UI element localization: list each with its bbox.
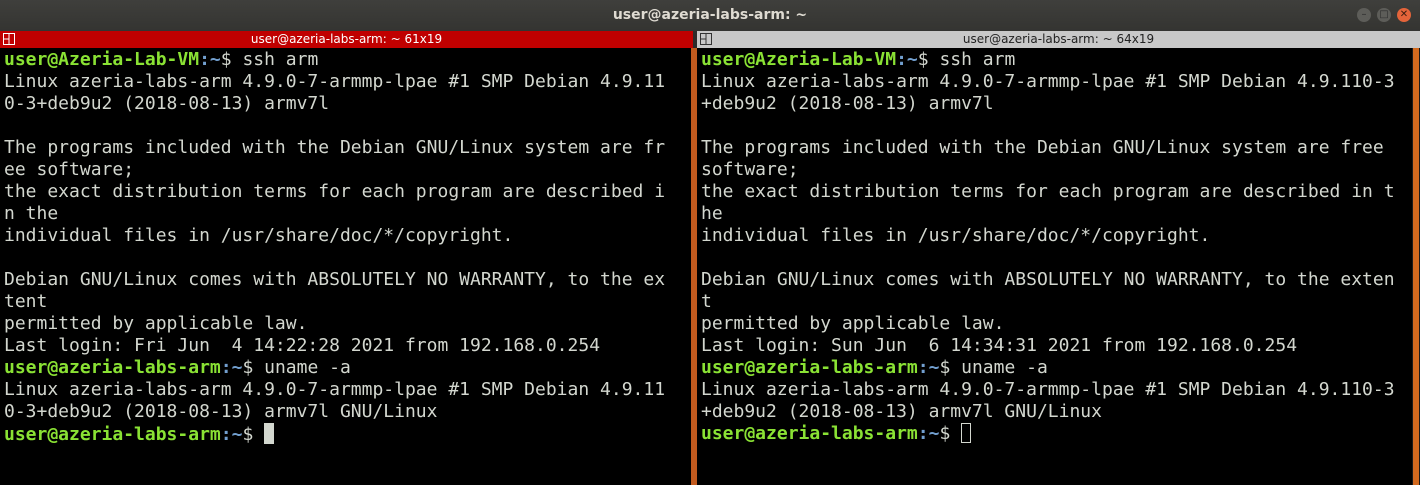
prompt-path: :~ (220, 424, 243, 445)
output-line: software; (701, 159, 799, 180)
output-line: +deb9u2 (2018-08-13) armv7l GNU/Linux (701, 401, 1102, 422)
pane-header-left[interactable]: user@azeria-labs-arm: ~ 61x19 (0, 31, 693, 48)
output-line: t (701, 291, 712, 312)
output-line: +deb9u2 (2018-08-13) armv7l (701, 93, 994, 114)
prompt-line: user@azeria-labs-arm:~$ uname -a (4, 357, 665, 379)
output-line: individual files in /usr/share/doc/*/cop… (4, 225, 514, 246)
output-line: ee software; (4, 159, 135, 180)
terminal-pane-left[interactable]: user@Azeria-Lab-VM:~$ ssh arm Linux azeri… (0, 48, 691, 485)
prompt-user: user@Azeria-Lab-VM (701, 49, 897, 70)
close-icon[interactable]: ✕ (1397, 8, 1411, 22)
prompt-path: :~ (896, 49, 918, 70)
output-line: Linux azeria-labs-arm 4.9.0-7-armmp-lpae… (4, 71, 666, 92)
prompt-user: user@azeria-labs-arm (701, 423, 918, 444)
output-line: the exact distribution terms for each pr… (701, 181, 1395, 202)
terminal-output-right: user@Azeria-Lab-VM:~$ ssh arm Linux azeri… (701, 49, 1395, 445)
split-pane-icon[interactable] (700, 33, 712, 45)
output-line: individual files in /usr/share/doc/*/cop… (701, 225, 1211, 246)
output-line: The programs included with the Debian GN… (4, 137, 666, 158)
output-line: he (701, 203, 723, 224)
prompt-command: $ (242, 424, 254, 445)
output-line: 0-3+deb9u2 (2018-08-13) armv7l (4, 93, 330, 114)
maximize-icon[interactable]: □ (1377, 8, 1391, 22)
prompt-command: $ ssh arm (220, 49, 319, 70)
output-line: Linux azeria-labs-arm 4.9.0-7-armmp-lpae… (701, 71, 1395, 92)
pane-header-right[interactable]: user@azeria-labs-arm: ~ 64x19 (697, 31, 1420, 48)
prompt-path: :~ (220, 357, 243, 378)
prompt-path: :~ (199, 49, 221, 70)
output-line: n the (4, 203, 59, 224)
prompt-user: user@azeria-labs-arm (4, 357, 221, 378)
output-line: tent (4, 291, 48, 312)
prompt-command: $ ssh arm (917, 49, 1016, 70)
minimize-icon[interactable]: – (1357, 8, 1371, 22)
prompt-command: $ uname -a (242, 357, 351, 378)
prompt-line: user@azeria-labs-arm:~$ uname -a (701, 357, 1395, 379)
prompt-line: user@Azeria-Lab-VM:~$ ssh arm (4, 49, 665, 71)
scrollbar[interactable] (1412, 48, 1420, 485)
prompt-user: user@Azeria-Lab-VM (4, 49, 200, 70)
output-line: Debian GNU/Linux comes with ABSOLUTELY N… (4, 269, 666, 290)
pane-title-right: user@azeria-labs-arm: ~ 64x19 (962, 32, 1155, 46)
output-line: Last login: Sun Jun 6 14:34:31 2021 from… (701, 335, 1298, 356)
text-cursor (264, 423, 275, 444)
prompt-user: user@azeria-labs-arm (701, 357, 918, 378)
output-line: Linux azeria-labs-arm 4.9.0-7-armmp-lpae… (701, 379, 1395, 400)
prompt-command: $ (939, 423, 951, 444)
scrollbar-thumb[interactable] (1413, 48, 1419, 485)
output-line: The programs included with the Debian GN… (701, 137, 1384, 158)
split-pane-icon[interactable] (3, 33, 15, 45)
title-bar[interactable]: user@azeria-labs-arm: ~ – □ ✕ (0, 0, 1420, 31)
terminal-pane-right[interactable]: user@Azeria-Lab-VM:~$ ssh arm Linux azeri… (697, 48, 1412, 485)
output-line: Debian GNU/Linux comes with ABSOLUTELY N… (701, 269, 1395, 290)
prompt-line: user@azeria-labs-arm:~$ (701, 423, 1395, 445)
prompt-line: user@Azeria-Lab-VM:~$ ssh arm (701, 49, 1395, 71)
terminal-output-left: user@Azeria-Lab-VM:~$ ssh arm Linux azeri… (4, 49, 665, 445)
output-line: permitted by applicable law. (4, 313, 308, 334)
terminal-window: user@azeria-labs-arm: ~ – □ ✕ user@azeri… (0, 0, 1420, 485)
prompt-path: :~ (917, 357, 940, 378)
output-line: Linux azeria-labs-arm 4.9.0-7-armmp-lpae… (4, 379, 666, 400)
output-line: Last login: Fri Jun 4 14:22:28 2021 from… (4, 335, 601, 356)
prompt-command: $ uname -a (939, 357, 1048, 378)
output-line: 0-3+deb9u2 (2018-08-13) armv7l GNU/Linux (4, 401, 438, 422)
text-cursor (961, 423, 972, 443)
prompt-path: :~ (917, 423, 940, 444)
prompt-user: user@azeria-labs-arm (4, 424, 221, 445)
output-line: the exact distribution terms for each pr… (4, 181, 666, 202)
pane-title-left: user@azeria-labs-arm: ~ 61x19 (250, 32, 443, 46)
prompt-line: user@azeria-labs-arm:~$ (4, 423, 665, 445)
window-title: user@azeria-labs-arm: ~ (612, 7, 808, 23)
output-line: permitted by applicable law. (701, 313, 1005, 334)
